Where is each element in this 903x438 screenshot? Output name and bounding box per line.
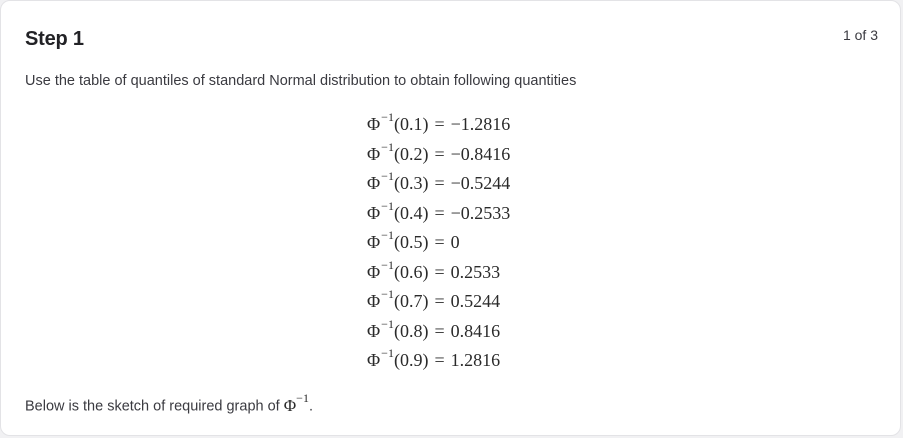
equation-value: −0.5244 [450, 173, 511, 193]
phi-inverse: Φ−1 [367, 198, 394, 223]
phi-inverse-symbol: Φ−1 [283, 391, 309, 415]
step-counter: 1 of 3 [842, 27, 878, 43]
equation-row: Φ−1(0.8) = 0.8416 [367, 316, 501, 341]
phi-inverse: Φ−1 [367, 139, 394, 164]
equation-argument: (0.9) [393, 350, 429, 370]
intro-text: Use the table of quantiles of standard N… [25, 73, 577, 89]
equation-argument: (0.4) [393, 202, 429, 223]
solution-step-card: Step 1 1 of 3 Use the table of quantiles… [0, 0, 901, 436]
equation-argument: (0.8) [393, 320, 429, 341]
equation-row: Φ−1(0.4) = −0.2533 [367, 198, 511, 223]
phi-inverse: Φ−1 [367, 110, 394, 134]
phi-inverse: Φ−1 [367, 228, 394, 252]
phi-inverse: Φ−1 [367, 346, 394, 370]
equation-value: 0.2533 [450, 261, 501, 282]
step-title: Step 1 [25, 28, 84, 50]
phi-inverse: Φ−1 [367, 169, 394, 193]
equation-value: −1.2816 [450, 114, 511, 134]
phi-inverse: Φ−1 [367, 316, 394, 341]
equation-value: −0.2533 [450, 202, 511, 223]
equation-row: Φ−1(0.9) = 1.2816 [367, 346, 501, 370]
phi-inverse: Φ−1 [367, 257, 394, 282]
equation-value: 1.2816 [450, 350, 501, 370]
equation-row: Φ−1(0.1) = −1.2816 [367, 110, 511, 134]
graph-intro-text: Below is the sketch of required graph of… [25, 391, 313, 415]
equation-row: Φ−1(0.2) = −0.8416 [367, 139, 511, 164]
equation-value: 0.5244 [450, 291, 501, 311]
equation-argument: (0.7) [393, 291, 429, 311]
phi-inverse: Φ−1 [367, 287, 394, 311]
equation-row: Φ−1(0.6) = 0.2533 [367, 257, 501, 282]
equation-value: 0 [450, 232, 460, 252]
equation-row: Φ−1(0.3) = −0.5244 [367, 169, 511, 193]
equation-argument: (0.3) [393, 173, 429, 193]
equation-row: Φ−1(0.5) = 0 [367, 228, 460, 252]
equation-argument: (0.2) [393, 143, 429, 164]
equation-row: Φ−1(0.7) = 0.5244 [367, 287, 501, 311]
equation-argument: (0.6) [393, 261, 429, 282]
equation-value: 0.8416 [450, 320, 501, 341]
equation-argument: (0.5) [393, 232, 429, 252]
equation-argument: (0.1) [393, 114, 429, 134]
quantile-equations: Φ−1(0.1) = −1.2816 Φ−1(0.2) = −0.8416 Φ−1(0.… [367, 105, 510, 371]
equation-value: −0.8416 [450, 143, 511, 164]
